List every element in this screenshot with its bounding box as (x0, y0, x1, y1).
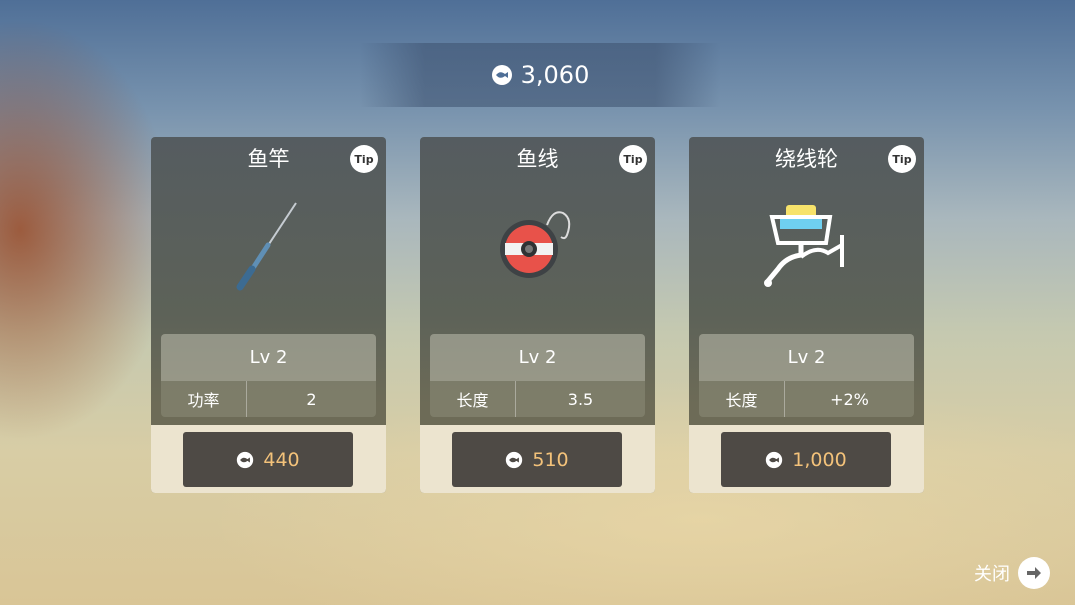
currency-total: 3,060 (520, 61, 590, 89)
stat-value: 2 (306, 389, 317, 409)
upgrade-card-line: 鱼线 Tip Lv 2 长度 3.5 510 (420, 137, 655, 493)
currency-display: 3,060 (360, 43, 720, 107)
stat-value: 3.5 (567, 389, 594, 409)
upgrade-card-rod: 鱼竿 Tip Lv 2 功率 2 440 (151, 137, 386, 493)
upgrade-price: 1,000 (792, 448, 847, 471)
tip-button[interactable]: Tip (619, 145, 647, 173)
upgrade-card-reel: 绕线轮 Tip Lv 2 长度 +2% 1,000 (689, 137, 924, 493)
stats-panel: Lv 2 长度 +2% (699, 334, 914, 417)
fishing-line-spool-icon (500, 211, 571, 278)
stats-panel: Lv 2 功率 2 (161, 334, 376, 417)
upgrade-button[interactable]: 510 (452, 432, 622, 487)
upgrade-price: 440 (263, 448, 300, 471)
close-button[interactable]: 关闭 (974, 557, 1050, 589)
close-label: 关闭 (974, 564, 1010, 585)
upgrade-button[interactable]: 1,000 (721, 432, 891, 487)
fish-coin-icon (237, 451, 254, 468)
fish-coin-icon (506, 451, 523, 468)
fish-coin-icon (491, 65, 512, 85)
tip-button[interactable]: Tip (350, 145, 378, 173)
stat-row: 长度 +2% (699, 381, 914, 417)
level-label: Lv 2 (430, 334, 645, 381)
tip-button[interactable]: Tip (888, 145, 916, 173)
upgrade-price: 510 (532, 448, 569, 471)
stat-row: 长度 3.5 (430, 381, 645, 417)
fish-coin-icon (766, 451, 783, 468)
stats-panel: Lv 2 长度 3.5 (430, 334, 645, 417)
upgrade-button[interactable]: 440 (183, 432, 353, 487)
level-label: Lv 2 (699, 334, 914, 381)
stat-label: 长度 (699, 381, 785, 417)
fishing-rod-icon (236, 202, 297, 291)
fishing-reel-icon (764, 205, 844, 287)
stat-label: 长度 (430, 381, 516, 417)
arrow-right-icon (1018, 557, 1050, 589)
stat-label: 功率 (161, 381, 247, 417)
stat-row: 功率 2 (161, 381, 376, 417)
level-label: Lv 2 (161, 334, 376, 381)
stat-value: +2% (830, 389, 869, 409)
